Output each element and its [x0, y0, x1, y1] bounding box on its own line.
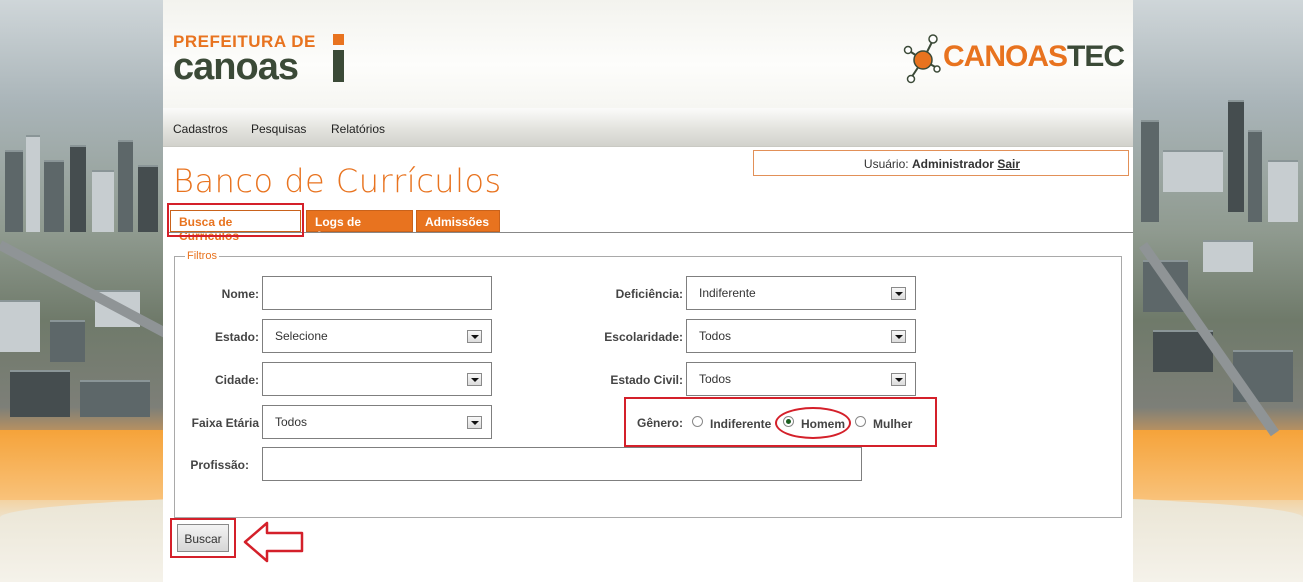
prefeitura-canoas-logo[interactable]: PREFEITURA DE canoas [173, 32, 344, 88]
cidade-label: Cidade: [214, 373, 259, 387]
profissao-label: Profissão: [190, 458, 249, 472]
faixa-etaria-select[interactable]: Todos [262, 405, 492, 439]
chevron-down-icon[interactable] [891, 287, 906, 300]
logo-square-green [333, 50, 344, 82]
radio-indiferente[interactable] [692, 416, 703, 427]
user-info-box: Usuário: Administrador Sair [753, 150, 1129, 176]
menu-item-relatorios[interactable]: Relatórios [331, 122, 385, 136]
faixa-etaria-label: Faixa Etária [191, 416, 259, 430]
logo-square-orange [333, 34, 344, 45]
chevron-down-icon[interactable] [467, 373, 482, 386]
logout-link[interactable]: Sair [997, 157, 1020, 171]
menu-item-pesquisas[interactable]: Pesquisas [251, 122, 306, 136]
estado-label: Estado: [214, 330, 259, 344]
background-city-left [0, 0, 163, 582]
menu-item-cadastros[interactable]: Cadastros [173, 122, 228, 136]
logo-line2: canoas [173, 46, 299, 88]
radio-mulher-label[interactable]: Mulher [873, 417, 912, 431]
estado-civil-label: Estado Civil: [610, 373, 683, 387]
estado-value: Selecione [275, 329, 328, 343]
filters-legend: Filtros [187, 250, 217, 262]
escolaridade-value: Todos [699, 329, 732, 343]
chevron-down-icon[interactable] [467, 416, 482, 429]
canoastec-logo[interactable]: CANOASTEC [903, 32, 1125, 84]
estado-civil-select[interactable]: Todos [686, 362, 916, 396]
page-title: Banco de Currículos [173, 162, 502, 200]
estado-civil-value: Todos [699, 372, 732, 386]
deficiencia-select[interactable]: Indiferente [686, 276, 916, 310]
main-page: PREFEITURA DE canoas CANOASTEC Cadastros… [163, 0, 1133, 582]
pointer-arrow-icon [243, 521, 304, 563]
main-menu: Cadastros Pesquisas Relatórios [163, 108, 1133, 147]
nome-label: Nome: [221, 287, 259, 301]
molecule-icon [903, 34, 941, 84]
tab-admissoes[interactable]: Admissões [416, 210, 500, 232]
header: PREFEITURA DE canoas CANOASTEC [163, 0, 1133, 108]
radio-indiferente-label[interactable]: Indiferente [710, 417, 771, 431]
genero-label: Gênero: [636, 416, 683, 430]
tab-logs-de-acesso[interactable]: Logs de Acesso [306, 210, 413, 243]
radio-homem-label[interactable]: Homem [801, 417, 845, 431]
chevron-down-icon[interactable] [891, 330, 906, 343]
search-button[interactable]: Buscar [177, 524, 229, 552]
estado-select[interactable]: Selecione [262, 319, 492, 353]
deficiencia-value: Indiferente [699, 286, 756, 300]
user-name: Administrador [911, 157, 994, 171]
chevron-down-icon[interactable] [891, 373, 906, 386]
profissao-input[interactable] [262, 447, 862, 481]
tabs-divider [168, 232, 1133, 233]
escolaridade-select[interactable]: Todos [686, 319, 916, 353]
faixa-etaria-value: Todos [275, 415, 308, 429]
chevron-down-icon[interactable] [467, 330, 482, 343]
background-city-right [1133, 0, 1303, 582]
canoastec-text: CANOASTEC [943, 40, 1125, 73]
radio-homem[interactable] [783, 416, 794, 427]
nome-input[interactable] [262, 276, 492, 310]
deficiencia-label: Deficiência: [615, 287, 683, 301]
cidade-select[interactable] [262, 362, 492, 396]
escolaridade-label: Escolaridade: [604, 330, 683, 344]
tab-busca-de-curriculos[interactable]: Busca de Curriculos [170, 210, 301, 243]
user-label: Usuário: [863, 157, 909, 171]
radio-mulher[interactable] [855, 416, 866, 427]
